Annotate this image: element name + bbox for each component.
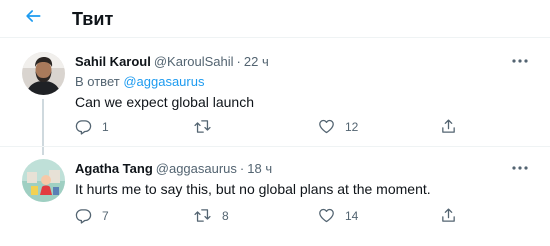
tweet-content: Sahil Karoul @KaroulSahil · 22 ч В ответ @a… [75,54,530,112]
retweet-icon [193,207,212,224]
like-count: 12 [345,119,359,134]
reply-count: 1 [102,119,109,134]
reply-button[interactable]: 7 [75,207,109,224]
tweet-text: Can we expect global launch [75,94,255,110]
avatar[interactable] [22,159,65,202]
retweet-button[interactable]: 8 [193,207,229,224]
share-button[interactable] [440,207,457,224]
retweet-icon [193,118,212,135]
back-button[interactable] [22,7,44,29]
more-icon [512,157,528,175]
heart-icon [318,207,335,224]
more-icon [512,50,528,68]
user-handle[interactable]: @aggasaurus [156,161,237,176]
like-button[interactable]: 12 [318,118,358,135]
tweet-text: It hurts me to say this, but no global p… [75,181,431,197]
mention-link[interactable]: @aggasaurus [123,74,204,89]
tweet[interactable]: Sahil Karoul @KaroulSahil · 22 ч В ответ @a… [0,38,550,155]
retweet-count: 8 [222,208,229,223]
tweet[interactable]: Agatha Tang @aggasaurus · 18 ч It hurts me … [0,146,550,246]
arrow-left-icon [23,6,43,31]
more-options-button[interactable] [510,158,530,174]
tweet-header: Agatha Tang @aggasaurus · 18 ч [75,161,530,177]
tweet-content: Agatha Tang @aggasaurus · 18 ч It hurts me … [75,161,530,199]
tweet-actions: 7 8 14 [75,207,465,227]
page-title: Твит [72,9,114,29]
like-count: 14 [345,208,359,223]
separator: · [236,54,241,69]
reply-count: 7 [102,208,109,223]
separator: · [239,161,245,176]
tweet-actions: 1 12 [75,118,465,138]
reply-button[interactable]: 1 [75,118,109,135]
timestamp[interactable]: 22 ч [244,54,269,69]
reply-prefix: В ответ [75,74,120,89]
heart-icon [318,118,335,135]
tweet-header: Sahil Karoul @KaroulSahil · 22 ч [75,54,530,70]
reply-context: В ответ @aggasaurus [75,73,530,91]
user-handle[interactable]: @KaroulSahil [154,54,234,69]
avatar[interactable] [22,52,65,95]
reply-icon [75,207,92,224]
top-bar: Твит [0,0,550,38]
timestamp[interactable]: 18 ч [247,161,272,176]
share-icon [440,207,457,224]
share-button[interactable] [440,118,457,135]
display-name[interactable]: Agatha Tang [75,161,153,176]
like-button[interactable]: 14 [318,207,358,224]
share-icon [440,118,457,135]
retweet-button[interactable] [193,118,222,135]
display-name[interactable]: Sahil Karoul [75,54,151,69]
more-options-button[interactable] [510,51,530,67]
reply-icon [75,118,92,135]
